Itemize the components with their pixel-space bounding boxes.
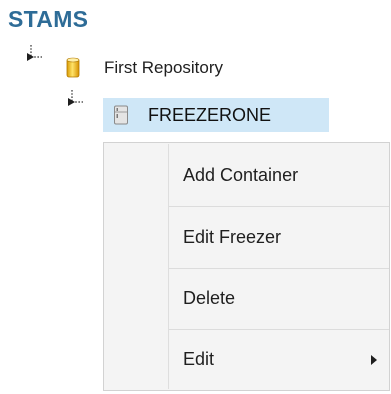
tree-connector-icon — [68, 90, 83, 106]
repository-cylinder-icon — [66, 57, 80, 78]
menu-item-delete[interactable]: Delete — [104, 268, 389, 329]
menu-item-label: Delete — [183, 288, 236, 308]
menu-item-edit[interactable]: Edit — [104, 329, 389, 390]
menu-item-edit-freezer[interactable]: Edit Freezer — [104, 207, 389, 268]
menu-item-label: Add Container — [183, 165, 299, 185]
menu-item-add-container[interactable]: Add Container — [104, 145, 389, 206]
app-title: STAMS — [8, 6, 89, 32]
freezer-label: FREEZERONE — [148, 104, 272, 125]
repository-label: First Repository — [104, 58, 224, 77]
tree-node-repository[interactable]: First Repository — [66, 55, 223, 81]
tree-connector-icon — [27, 45, 42, 61]
tree-node-freezer[interactable]: FREEZERONE — [103, 98, 329, 132]
submenu-arrow-icon — [371, 354, 377, 365]
freezer-icon — [114, 105, 128, 125]
context-menu: Add Container Edit Freezer Delete Edit — [103, 142, 390, 391]
menu-item-label: Edit Freezer — [183, 227, 282, 247]
menu-item-label: Edit — [183, 349, 215, 369]
